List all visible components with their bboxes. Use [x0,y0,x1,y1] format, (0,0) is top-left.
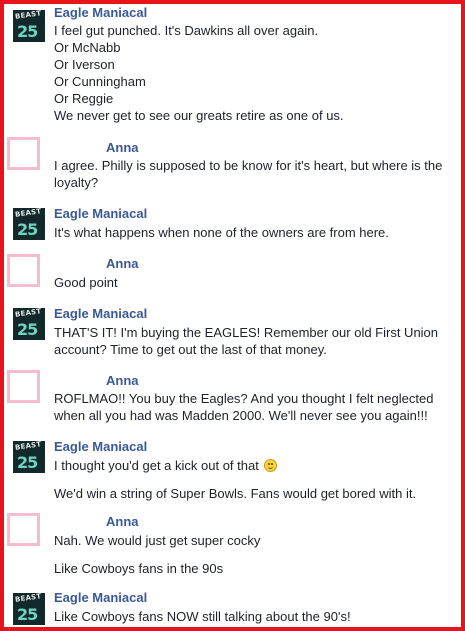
message-line: Good point [54,275,118,290]
message-line: We'd win a string of Super Bowls. Fans w… [54,486,417,501]
sender-name[interactable]: Eagle Maniacal [54,206,147,221]
avatar-number: 25 [17,220,38,239]
avatar-label: BEAST [14,10,42,21]
sender-name[interactable]: Eagle Maniacal [54,306,147,321]
message-followup-text: We'd win a string of Super Bowls. Fans w… [54,485,454,502]
message-line: ROFLMAO!! You buy the Eagles? And you th… [54,391,434,406]
message-line: Nah. We would just get super cocky [54,533,261,548]
message-text: Good point [54,274,454,291]
message-line: Like Cowboys fans in the 90s [54,561,224,576]
message-line: Or Cunningham [54,74,146,89]
avatar[interactable] [7,513,40,546]
sender-name[interactable]: Eagle Maniacal [54,590,147,605]
message-text: Like Cowboys fans NOW still talking abou… [54,608,454,625]
message-line: I agree. Philly is supposed to be know f… [54,158,443,173]
avatar[interactable]: BEAST 25 [13,10,45,42]
sender-name[interactable]: Anna [106,140,139,155]
message-line: I thought you'd get a kick out of that [54,457,454,474]
avatar[interactable] [7,370,40,403]
message-line: It's what happens when none of the owner… [54,225,389,240]
message-line: Or Iverson [54,57,115,72]
avatar-label: BEAST [14,208,42,219]
avatar[interactable]: BEAST 25 [13,441,45,473]
avatar-number: 25 [17,605,38,624]
avatar[interactable]: BEAST 25 [13,593,45,625]
avatar-label: BEAST [14,441,42,452]
message-followup-text: Like Cowboys fans in the 90s [54,560,454,577]
message-line: when all you had was Madden 2000. We'll … [54,408,428,423]
avatar-number: 25 [17,453,38,472]
message-line: loyalty? [54,175,99,190]
message-line: I feel gut punched. It's Dawkins all ove… [54,23,319,38]
avatar[interactable]: BEAST 25 [13,208,45,240]
message-line: THAT'S IT! I'm buying the EAGLES! Rememb… [54,325,439,340]
message-text: THAT'S IT! I'm buying the EAGLES! Rememb… [54,324,454,358]
avatar-number: 25 [17,22,38,41]
avatar-number: 25 [17,320,38,339]
message-text: ROFLMAO!! You buy the Eagles? And you th… [54,390,454,424]
message-text: It's what happens when none of the owner… [54,224,454,241]
avatar-label: BEAST [14,308,42,319]
message-line: We never get to see our greats retire as… [54,108,344,123]
message-text: I agree. Philly is supposed to be know f… [54,157,454,191]
message-text: I feel gut punched. It's Dawkins all ove… [54,22,454,124]
avatar[interactable] [7,137,40,170]
avatar[interactable]: BEAST 25 [13,308,45,340]
message-text: I thought you'd get a kick out of that [54,457,454,474]
message-line: Or Reggie [54,91,114,106]
sender-name[interactable]: Anna [106,514,139,529]
sender-name[interactable]: Anna [106,256,139,271]
smiley-emoji-icon [264,459,278,472]
message-line: Like Cowboys fans NOW still talking abou… [54,609,351,624]
avatar[interactable] [7,254,40,287]
sender-name[interactable]: Eagle Maniacal [54,5,147,20]
message-line: account? Time to get out the last of tha… [54,342,327,357]
message-line-text: I thought you'd get a kick out of that [54,458,259,473]
sender-name[interactable]: Anna [106,373,139,388]
avatar-label: BEAST [14,593,42,604]
message-text: Nah. We would just get super cocky [54,532,454,549]
message-line: Or McNabb [54,40,121,55]
sender-name[interactable]: Eagle Maniacal [54,439,147,454]
